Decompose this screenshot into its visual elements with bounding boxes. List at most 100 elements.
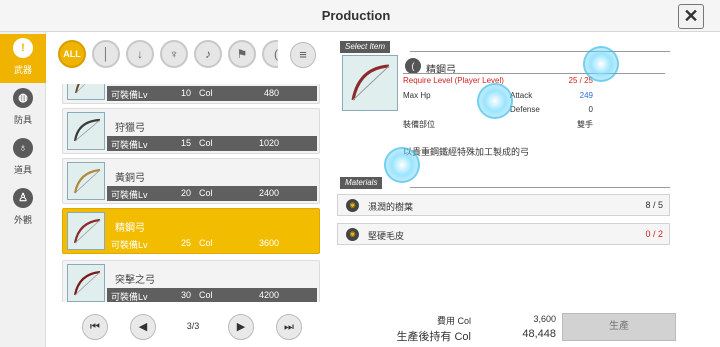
balance-label: 生產後持有 Col: [396, 331, 471, 343]
equip-level-value: 10: [180, 88, 191, 98]
category-costume[interactable]: ♙ 外觀: [0, 184, 46, 233]
cost-value: 3,600: [533, 314, 556, 324]
stat-label: Max Hp: [403, 91, 431, 100]
material-quantity: 0 / 2: [645, 229, 663, 239]
item-stat-bar: 可裝備Lv 25 Col 3600: [107, 236, 317, 251]
stat-value: 雙手: [577, 120, 593, 129]
item-stat-bar: 可裝備Lv 10 Col 480: [107, 86, 317, 101]
bow-thumbnail: [67, 212, 105, 250]
equip-level-value: 30: [180, 290, 191, 300]
item-name: 精鋼弓: [115, 223, 145, 234]
close-button[interactable]: ✕: [678, 4, 704, 29]
category-label: 武器: [13, 65, 32, 75]
balance-value: 48,448: [522, 328, 556, 340]
equip-level-value: 20: [180, 188, 191, 198]
bow-thumbnail: [67, 162, 105, 200]
category-label: 外觀: [13, 215, 32, 225]
col-value: 3600: [258, 238, 279, 248]
bow-type-icon: (: [405, 58, 421, 74]
col-value: 480: [263, 88, 279, 98]
potion-icon: ♁: [13, 138, 33, 158]
produce-button[interactable]: 生產: [562, 313, 676, 341]
touch-ripple: [477, 83, 513, 119]
stat-label: Attack: [510, 91, 533, 100]
bow-thumbnail: [67, 112, 105, 150]
equip-level-label: 可裝備Lv: [111, 240, 148, 250]
divider: [410, 187, 670, 188]
equip-level-label: 可裝備Lv: [111, 190, 148, 200]
dagger-icon[interactable]: ♪: [194, 40, 222, 68]
equip-level-value: 15: [180, 138, 191, 148]
weapon-icon: !: [13, 38, 33, 58]
list-item[interactable]: 狩獵弓 可裝備Lv 15 Col 1020: [62, 108, 320, 154]
stat-label: 裝備部位: [403, 120, 435, 129]
item-name: 突擊之弓: [115, 275, 155, 286]
material-icon: ◉: [346, 199, 359, 212]
select-item-header: Select Item: [340, 41, 670, 53]
equip-level-label: 可裝備Lv: [111, 292, 148, 302]
col-label: Col: [199, 138, 213, 148]
col-label: Col: [199, 290, 213, 300]
last-page-button[interactable]: ⏭: [276, 314, 302, 340]
touch-ripple: [583, 46, 619, 82]
next-page-button[interactable]: ▶: [228, 314, 254, 340]
page-title: Production: [321, 8, 391, 23]
axe-icon[interactable]: ⚑: [228, 40, 256, 68]
stat-value: 0: [588, 105, 593, 114]
one-handed-sword-icon[interactable]: │: [92, 40, 120, 68]
item-description: 以貴重鋼鐵經特殊加工製成的弓: [403, 147, 530, 157]
item-name: 黃銅弓: [115, 173, 145, 184]
material-icon: ◉: [346, 228, 359, 241]
item-stat-bar: 可裝備Lv 20 Col 2400: [107, 186, 317, 201]
list-item[interactable]: 突擊之弓 可裝備Lv 30 Col 4200: [62, 260, 320, 302]
bow-thumbnail: [67, 264, 105, 302]
divider: [403, 73, 665, 74]
material-quantity: 8 / 5: [645, 200, 663, 210]
col-value: 1020: [258, 138, 279, 148]
material-name: 濕潤的樹葉: [368, 202, 414, 212]
category-weapon[interactable]: ! 武器: [0, 34, 46, 83]
col-value: 4200: [258, 290, 279, 300]
material-row[interactable]: ◉ 濕潤的樹葉 8 / 5: [337, 194, 670, 216]
prev-page-button[interactable]: ◀: [130, 314, 156, 340]
armor-icon: ◍: [13, 88, 33, 108]
section-label: Select Item: [340, 41, 391, 53]
section-label: Materials: [340, 177, 383, 189]
item-list: 可裝備Lv 10 Col 480 狩獵弓 可裝備Lv 15 Col 1020 黃…: [62, 84, 320, 302]
col-label: Col: [199, 88, 213, 98]
first-page-button[interactable]: ⏮: [82, 314, 108, 340]
sort-icon[interactable]: ≡: [290, 42, 316, 68]
page-indicator: 3/3: [186, 321, 200, 331]
list-item[interactable]: 可裝備Lv 10 Col 480: [62, 84, 320, 104]
rapier-icon[interactable]: ↓: [126, 40, 154, 68]
cost-label: 費用 Col: [436, 316, 471, 326]
col-label: Col: [199, 188, 213, 198]
category-armor[interactable]: ◍ 防具: [0, 84, 46, 133]
bow-thumbnail: [67, 84, 105, 100]
item-stat-bar: 可裝備Lv 30 Col 4200: [107, 288, 317, 302]
bow-icon[interactable]: (: [262, 40, 278, 68]
list-item-selected[interactable]: 精鋼弓 可裝備Lv 25 Col 3600: [62, 208, 320, 254]
category-sidebar: ! 武器 ◍ 防具 ♁ 道具 ♙ 外觀: [0, 32, 46, 347]
category-item[interactable]: ♁ 道具: [0, 134, 46, 183]
selected-item-thumbnail: [342, 55, 398, 111]
filter-all[interactable]: ALL: [58, 40, 86, 68]
stat-row-equip-slot: 裝備部位 雙手: [403, 119, 593, 131]
costume-icon: ♙: [13, 188, 33, 208]
item-name: 狩獵弓: [115, 123, 145, 134]
category-label: 防具: [13, 115, 32, 125]
equip-level-label: 可裝備Lv: [111, 140, 148, 150]
top-bar: Production ✕: [0, 0, 720, 32]
weapon-filter-row: ALL │ ↓ ♆ ♪ ⚑ (: [58, 40, 278, 70]
material-name: 堅硬毛皮: [368, 231, 405, 241]
list-item[interactable]: 黃銅弓 可裝備Lv 20 Col 2400: [62, 158, 320, 204]
category-label: 道具: [13, 165, 32, 175]
item-stat-bar: 可裝備Lv 15 Col 1020: [107, 136, 317, 151]
divider: [410, 51, 670, 52]
equip-level-label: 可裝備Lv: [111, 90, 148, 100]
mace-icon[interactable]: ♆: [160, 40, 188, 68]
stat-label: Defense: [510, 105, 540, 114]
material-row[interactable]: ◉ 堅硬毛皮 0 / 2: [337, 223, 670, 245]
materials-header: Materials: [340, 177, 670, 189]
stat-value: 249: [579, 91, 593, 100]
